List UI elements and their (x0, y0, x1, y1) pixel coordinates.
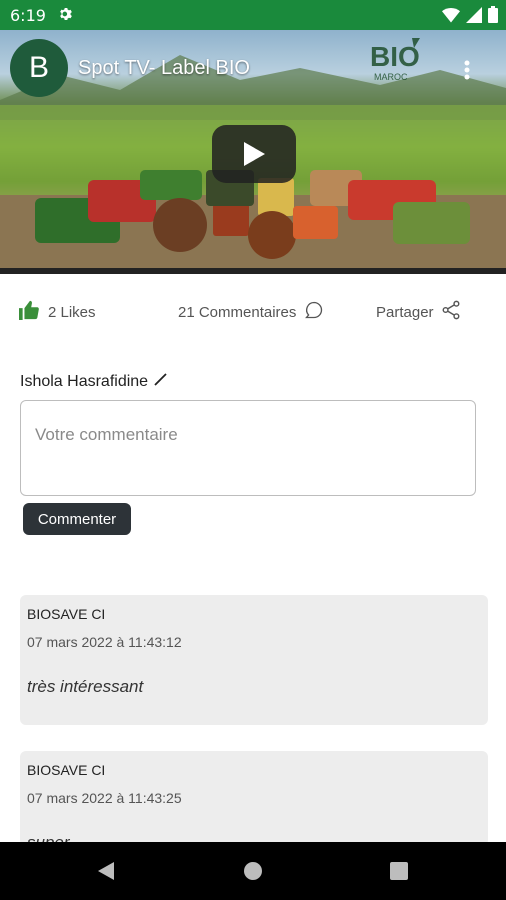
signal-icon (466, 6, 482, 28)
submit-comment-button[interactable]: Commenter (23, 503, 131, 535)
pencil-icon[interactable] (154, 372, 168, 391)
bio-maroc-logo: BIO MAROC (368, 36, 424, 92)
comment-date: 07 mars 2022 à 11:43:12 (27, 634, 182, 650)
comments-button[interactable]: 21 Commentaires (178, 300, 324, 324)
likes-count: 2 Likes (48, 303, 96, 321)
wifi-icon (442, 7, 460, 28)
comment-card: BIOSAVE CI 07 mars 2022 à 11:43:25 super (20, 751, 488, 846)
battery-icon (488, 6, 498, 28)
share-icon (442, 300, 460, 324)
navigation-bar (0, 842, 506, 900)
chat-bubble-icon (304, 300, 324, 324)
share-button[interactable]: Partager (376, 300, 460, 324)
svg-text:BIO: BIO (370, 41, 420, 72)
comment-text: très intéressant (27, 677, 144, 696)
channel-avatar[interactable]: B (10, 39, 68, 97)
comment-author: BIOSAVE CI (27, 606, 106, 622)
play-icon (244, 142, 265, 166)
like-button[interactable]: 2 Likes (18, 300, 96, 324)
svg-text:MAROC: MAROC (374, 72, 408, 82)
comments-count: 21 Commentaires (178, 303, 297, 321)
status-time: 6:19 (10, 6, 46, 25)
home-icon[interactable] (244, 862, 262, 880)
comment-card: BIOSAVE CI 07 mars 2022 à 11:43:12 très … (20, 595, 488, 725)
current-user-name: Ishola Hasrafidine (20, 372, 149, 390)
status-bar: 6:19 (0, 0, 506, 30)
comment-field[interactable] (20, 400, 476, 496)
video-title[interactable]: Spot TV- Label BIO (78, 57, 250, 80)
comment-author: BIOSAVE CI (27, 762, 106, 778)
thumbs-up-icon (18, 300, 40, 324)
video-player[interactable]: B Spot TV- Label BIO BIO MAROC (0, 30, 506, 274)
share-label: Partager (376, 303, 434, 321)
current-user: Ishola Hasrafidine (20, 372, 168, 391)
more-options-icon[interactable] (464, 60, 470, 85)
recents-icon[interactable] (390, 862, 408, 880)
back-icon[interactable] (98, 862, 114, 880)
comment-date: 07 mars 2022 à 11:43:25 (27, 790, 182, 806)
comment-input[interactable] (21, 401, 475, 495)
action-bar: 2 Likes 21 Commentaires Partager (0, 296, 506, 326)
settings-gear-icon (58, 6, 74, 27)
video-progress-bar[interactable] (0, 268, 506, 274)
play-button[interactable] (212, 125, 296, 183)
